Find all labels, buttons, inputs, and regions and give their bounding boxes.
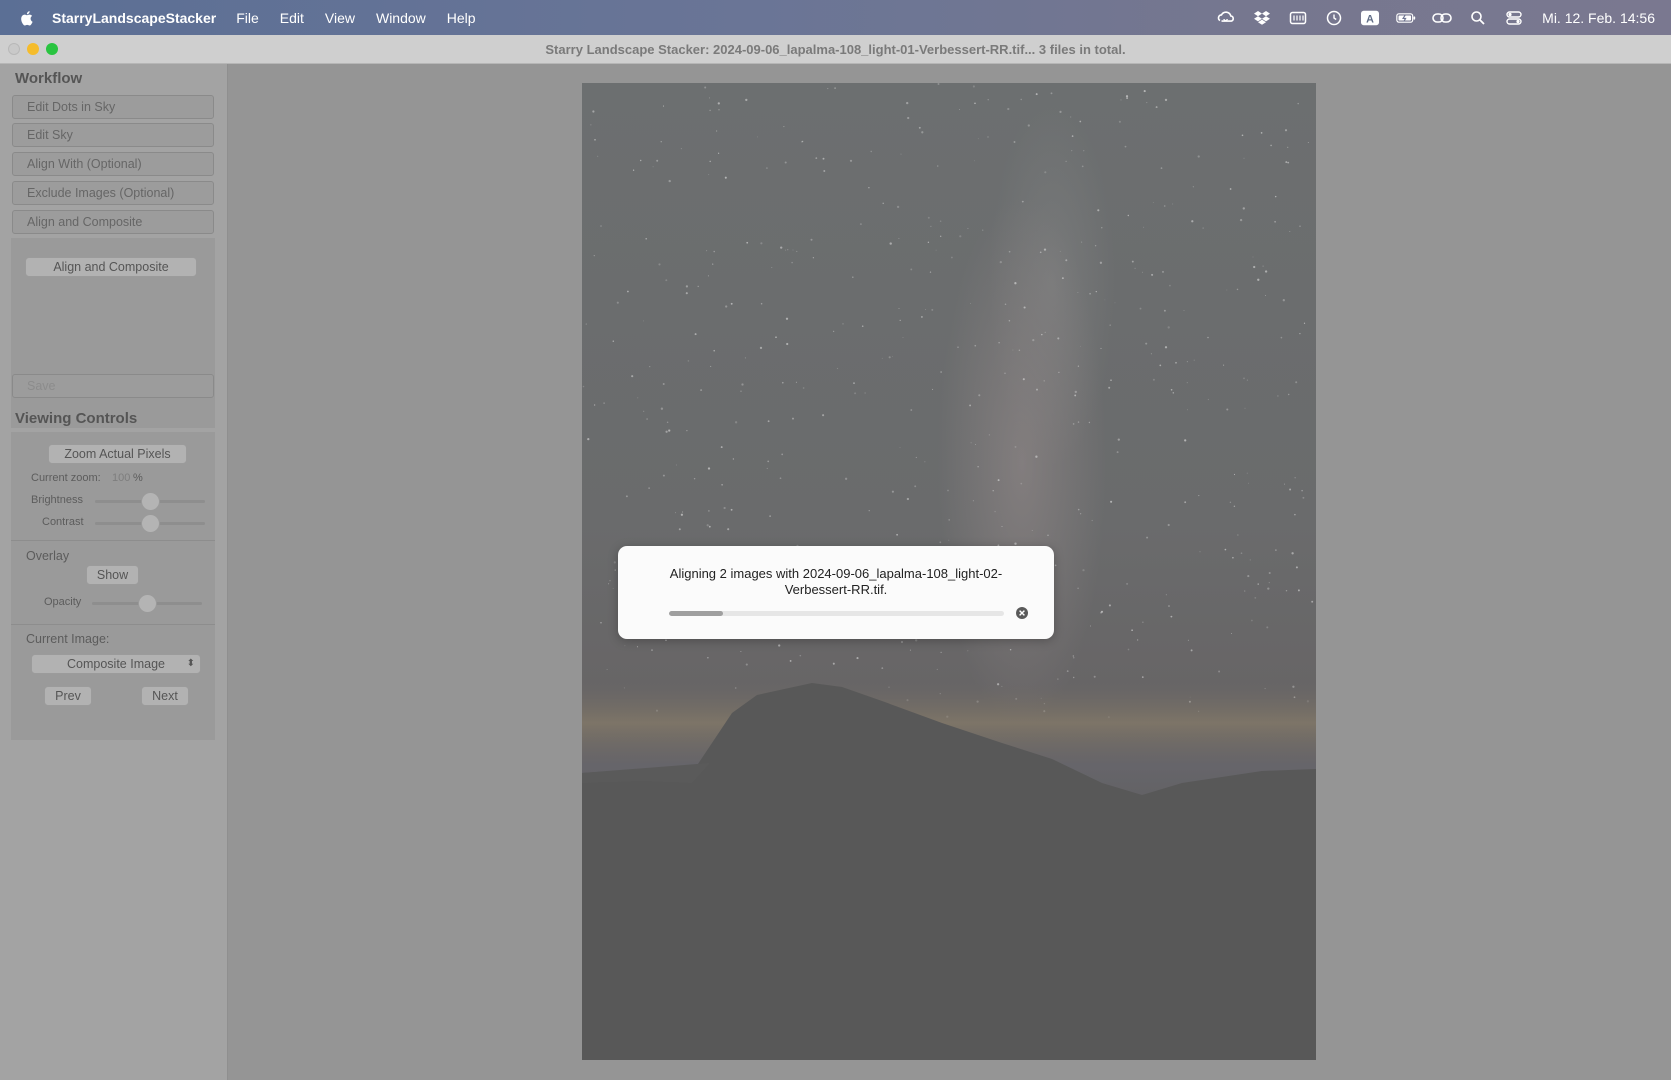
zoom-actual-pixels-button[interactable]: Zoom Actual Pixels [48, 444, 187, 464]
current-image-divider [11, 624, 215, 625]
window-title: Starry Landscape Stacker: 2024-09-06_lap… [545, 41, 1126, 57]
menu-bar: StarryLandscapeStacker File Edit View Wi… [0, 0, 1671, 35]
menu-app-name[interactable]: StarryLandscapeStacker [52, 10, 216, 26]
workflow-align-with-button[interactable]: Align With (Optional) [12, 152, 214, 176]
link-icon[interactable] [1432, 9, 1452, 27]
current-image-select[interactable]: Composite Image ⬍ [31, 654, 201, 674]
zoom-value: 100 [112, 472, 131, 484]
zoom-unit: % [133, 472, 143, 484]
cancel-progress-icon[interactable] [1015, 606, 1029, 620]
brightness-slider-knob[interactable] [140, 492, 160, 511]
contrast-slider-knob[interactable] [140, 514, 160, 533]
workflow-exclude-images-button[interactable]: Exclude Images (Optional) [12, 181, 214, 205]
window-titlebar: Starry Landscape Stacker: 2024-09-06_lap… [0, 35, 1671, 64]
keyboard-layout-icon[interactable] [1288, 9, 1308, 27]
workflow-edit-dots-button[interactable]: Edit Dots in Sky [12, 95, 214, 119]
align-composite-button[interactable]: Align and Composite [25, 257, 197, 277]
opacity-label: Opacity [44, 596, 82, 608]
brightness-label: Brightness [31, 494, 83, 506]
control-center-icon[interactable] [1504, 9, 1524, 27]
input-source-icon[interactable]: A [1360, 9, 1380, 27]
current-image-label: Current Image: [26, 632, 110, 646]
progress-dialog: Aligning 2 images with 2024-09-06_lapalm… [618, 546, 1054, 639]
progress-bar [669, 611, 1004, 616]
progress-bar-fill [669, 611, 723, 616]
overlay-divider [11, 540, 215, 541]
contrast-label: Contrast [42, 516, 84, 528]
menu-clock[interactable]: Mi. 12. Feb. 14:56 [1542, 10, 1655, 26]
traffic-lights [8, 43, 58, 55]
menu-help[interactable]: Help [447, 10, 476, 26]
sidebar: Workflow Edit Dots in Sky Edit Sky Align… [0, 64, 228, 1080]
window-zoom-button[interactable] [46, 43, 58, 55]
workflow-edit-sky-button[interactable]: Edit Sky [12, 123, 214, 147]
input-source-letter: A [1366, 13, 1374, 25]
save-button[interactable]: Save [12, 374, 214, 398]
image-canvas-area[interactable]: Aligning 2 images with 2024-09-06_lapalm… [228, 64, 1671, 1080]
time-machine-icon[interactable] [1324, 9, 1344, 27]
menu-window[interactable]: Window [376, 10, 426, 26]
menu-view[interactable]: View [325, 10, 355, 26]
status-area: A Mi. 12. Feb. 14:56 [1216, 0, 1655, 35]
select-chevrons-icon: ⬍ [186, 658, 195, 669]
current-zoom-label: Current zoom: [31, 472, 101, 484]
viewing-controls-title: Viewing Controls [15, 410, 138, 427]
overlay-show-button[interactable]: Show [86, 565, 139, 585]
prev-button[interactable]: Prev [44, 686, 92, 706]
window-close-button[interactable] [8, 43, 20, 55]
creative-cloud-icon[interactable] [1216, 9, 1236, 27]
battery-charging-icon[interactable] [1396, 9, 1416, 27]
spotlight-search-icon[interactable] [1468, 9, 1488, 27]
next-button[interactable]: Next [141, 686, 189, 706]
menu-edit[interactable]: Edit [280, 10, 304, 26]
apple-menu-icon[interactable] [18, 9, 36, 27]
current-image-select-value: Composite Image [67, 657, 165, 671]
workflow-align-composite-button[interactable]: Align and Composite [12, 210, 214, 234]
window-minimize-button[interactable] [27, 43, 39, 55]
dropbox-icon[interactable] [1252, 9, 1272, 27]
opacity-slider-knob[interactable] [137, 594, 157, 613]
workflow-step-panel: Align and Composite [11, 238, 215, 428]
menu-file[interactable]: File [236, 10, 259, 26]
overlay-label: Overlay [26, 549, 70, 563]
workflow-title: Workflow [15, 70, 83, 87]
progress-message: Aligning 2 images with 2024-09-06_lapalm… [669, 566, 1003, 597]
app-window: Starry Landscape Stacker: 2024-09-06_lap… [0, 35, 1671, 1080]
